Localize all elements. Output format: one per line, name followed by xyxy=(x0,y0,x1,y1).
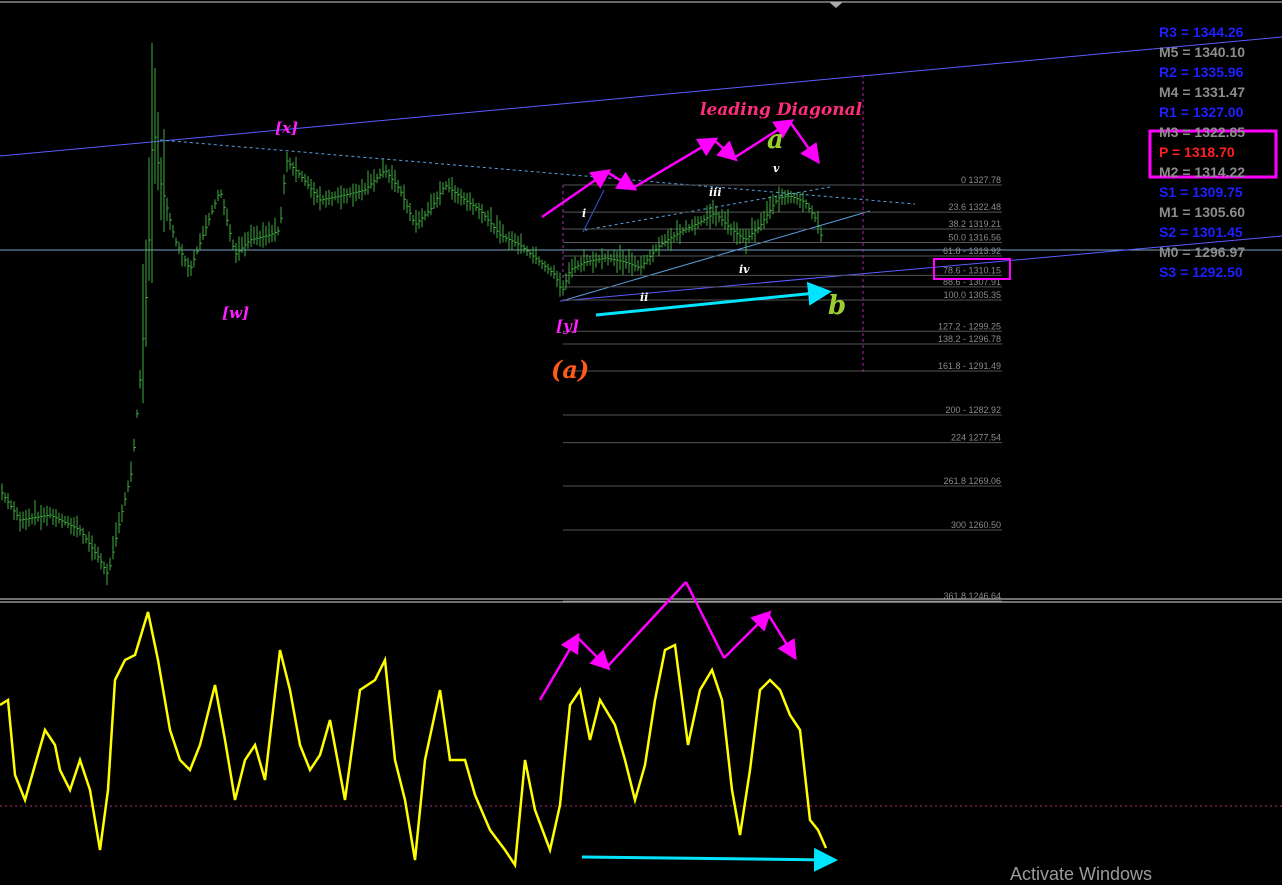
pattern-arrow-3 xyxy=(632,137,719,190)
wave-label-v: v xyxy=(773,162,780,175)
wave-label-y: [y] xyxy=(556,317,579,335)
leading-diagonal-annotation: leading Diagonal xyxy=(700,100,863,120)
price-series xyxy=(1,42,823,586)
osc-arrow-6 xyxy=(766,613,797,661)
divergence-arrow-price xyxy=(595,281,832,317)
fib-label-4: 61.8 - 1313.92 xyxy=(943,246,1001,256)
pivot-label-5: M3 = 1322.85 xyxy=(1159,124,1246,140)
upper-trendline xyxy=(0,36,1282,157)
wave-label-x: [x] xyxy=(275,119,298,137)
pivot-label-1: M5 = 1340.10 xyxy=(1159,44,1246,60)
osc-arrow-5 xyxy=(723,610,772,659)
pivot-label-10: S2 = 1301.45 xyxy=(1159,224,1243,240)
shift-marker-icon[interactable] xyxy=(829,2,843,8)
fib-label-10: 161.8 - 1291.49 xyxy=(938,361,1001,371)
activate-windows-watermark: Activate Windows xyxy=(1010,864,1153,884)
wave-label-a: a xyxy=(767,125,784,155)
osc-arrow-2 xyxy=(576,636,611,671)
pivot-label-2: R2 = 1335.96 xyxy=(1159,64,1244,80)
wave-label-i: i xyxy=(582,207,586,220)
pivot-label-4: R1 = 1327.00 xyxy=(1159,104,1244,120)
fib-label-14: 300 1260.50 xyxy=(951,520,1001,530)
fib-label-15: 361.8 1246.64 xyxy=(943,591,1001,601)
fib-label-3: 50.0 1316.56 xyxy=(948,233,1001,243)
fib-label-5: 78.6 - 1310.15 xyxy=(943,265,1001,275)
fib-label-1: 23.6 1322.48 xyxy=(948,202,1001,212)
osc-arrow-3 xyxy=(606,581,687,668)
fib-label-8: 127.2 - 1299.25 xyxy=(938,321,1001,331)
pattern-arrow-6 xyxy=(788,121,820,165)
fib-label-9: 138.2 - 1296.78 xyxy=(938,334,1001,344)
fib-label-12: 224 1277.54 xyxy=(951,433,1001,443)
osc-arrow-4 xyxy=(684,581,726,659)
fib-label-13: 261.8 1269.06 xyxy=(943,476,1001,486)
fib-label-11: 200 - 1282.92 xyxy=(945,405,1001,415)
oscillator-line xyxy=(0,611,828,869)
osc-arrow-1 xyxy=(538,632,580,701)
wave-label-w: [w] xyxy=(222,304,249,322)
fib-label-2: 38.2 1319.21 xyxy=(948,219,1001,229)
divergence-arrow-oscillator xyxy=(581,847,838,872)
wave-label-iii: iii xyxy=(709,186,722,199)
pivot-label-8: S1 = 1309.75 xyxy=(1159,184,1243,200)
wave-label-a-paren: (a) xyxy=(551,355,589,384)
pivot-label-12: S3 = 1292.50 xyxy=(1159,264,1243,280)
fibonacci-levels: 0 1327.78 23.6 1322.48 38.2 1319.21 50.0 13… xyxy=(563,175,1002,602)
pivot-label-3: M4 = 1331.47 xyxy=(1159,84,1246,100)
fib-label-0: 0 1327.78 xyxy=(961,175,1001,185)
pattern-arrow-1 xyxy=(541,169,612,219)
pivot-label-7: M2 = 1314.22 xyxy=(1159,164,1246,180)
wave-label-ii: ii xyxy=(640,291,648,304)
falling-dotted-trendline xyxy=(159,139,916,205)
wave-label-iv: iv xyxy=(739,263,750,276)
pivot-label-9: M1 = 1305.60 xyxy=(1159,204,1246,220)
pivot-label-0: R3 = 1344.26 xyxy=(1159,24,1244,40)
wave-label-b: b xyxy=(828,291,846,321)
pivot-label-11: M0 = 1296.97 xyxy=(1159,244,1246,260)
fib-label-7: 100.0 1305.35 xyxy=(943,290,1001,300)
pivot-label-6: P = 1318.70 xyxy=(1159,144,1235,160)
pattern-arrow-4 xyxy=(713,139,738,162)
chart-canvas: 0 1327.78 23.6 1322.48 38.2 1319.21 50.0 13… xyxy=(0,1,1282,872)
